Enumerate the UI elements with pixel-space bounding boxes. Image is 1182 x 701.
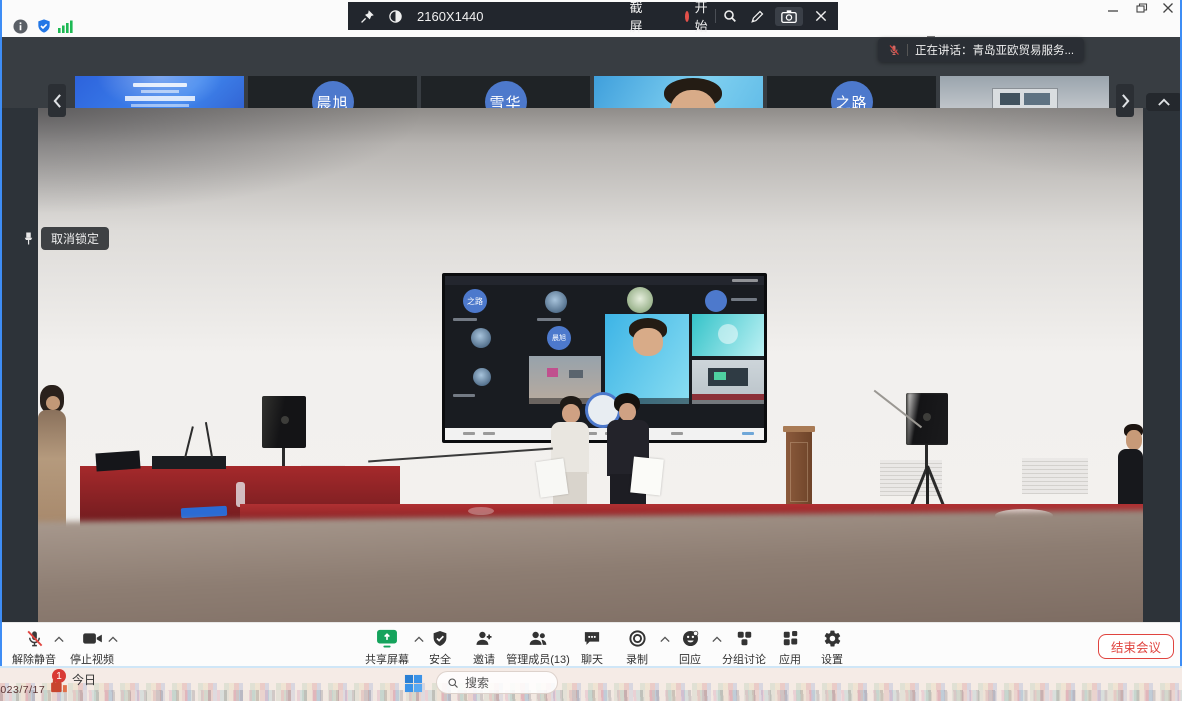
annotation-toolbar: 2160X1440 截屏 开始 <box>348 2 838 30</box>
screen-avatar: 晨旭 <box>547 326 571 350</box>
screen-avatar: 之路 <box>463 289 487 313</box>
stage-led-screen: 之路 晨旭 <box>442 273 767 443</box>
certificate-paper <box>630 457 664 496</box>
window-border <box>0 666 1182 668</box>
taskbar-search[interactable]: 搜索 <box>436 671 558 694</box>
meeting-window: 56:31(60分钟) 演讲者视图 2160X1440 截屏 开始 <box>0 0 1182 701</box>
record-button[interactable]: 录制 <box>614 628 660 667</box>
info-icon[interactable] <box>13 19 28 34</box>
speaking-banner: 正在讲话：青岛亚欧贸易服务... <box>878 38 1084 62</box>
filmstrip-prev-button[interactable] <box>48 84 66 117</box>
mic-muted-icon <box>25 628 44 649</box>
unpin-control[interactable]: 取消锁定 <box>22 227 109 250</box>
invite-button[interactable]: 邀请 <box>464 628 504 667</box>
search-placeholder: 搜索 <box>465 674 489 691</box>
speaking-text: 正在讲话：青岛亚欧贸易服务... <box>915 42 1074 58</box>
signal-bars-icon[interactable] <box>58 20 73 33</box>
mic-options-chevron[interactable] <box>54 636 64 643</box>
screen-video-tile <box>692 360 764 404</box>
stage-video: 之路 晨旭 <box>38 108 1143 622</box>
end-meeting-button[interactable]: 结束会议 <box>1098 634 1174 659</box>
close-window-button[interactable] <box>1162 3 1174 13</box>
magnifier-icon[interactable] <box>722 8 738 24</box>
stop-video-button[interactable]: 停止视频 <box>66 628 118 667</box>
contrast-icon[interactable] <box>388 9 403 24</box>
share-screen-icon <box>376 628 398 649</box>
share-screen-button[interactable]: 共享屏幕 <box>360 628 414 667</box>
unmute-button[interactable]: 解除静音 <box>10 628 58 667</box>
window-border <box>0 0 2 667</box>
people-icon <box>527 628 549 649</box>
apps-grid-icon <box>781 628 800 649</box>
camera-icon <box>82 628 103 649</box>
taskbar: 1 今日 2023/7/17 搜索 <box>0 668 1182 701</box>
main-video-area: 之路 晨旭 <box>0 108 1182 622</box>
screenshot-label[interactable]: 截屏 <box>630 0 643 35</box>
shield-check-icon[interactable] <box>36 18 52 34</box>
glitch-noise <box>0 690 1182 701</box>
capture-resolution: 2160X1440 <box>417 9 484 24</box>
weather-title: 今日 <box>72 671 96 688</box>
divider <box>907 44 908 56</box>
screen-video-tile <box>605 314 689 404</box>
gear-icon <box>823 628 842 649</box>
start-label[interactable]: 开始 <box>695 0 708 35</box>
camera-icon[interactable] <box>775 7 803 26</box>
pin-icon[interactable] <box>360 9 375 24</box>
smiley-icon <box>681 628 700 649</box>
start-button[interactable] <box>404 674 423 693</box>
mic-muted-icon <box>888 44 900 56</box>
search-icon <box>447 677 459 689</box>
minimize-button[interactable] <box>1107 3 1119 13</box>
chat-button[interactable]: 聊天 <box>572 628 612 667</box>
manage-members-button[interactable]: 管理成员(13) <box>504 628 572 667</box>
security-button[interactable]: 安全 <box>420 628 460 667</box>
unpin-label: 取消锁定 <box>41 227 109 250</box>
person-add-icon <box>474 628 494 649</box>
collapse-filmstrip-button[interactable] <box>1146 93 1182 111</box>
breakout-rooms-button[interactable]: 分组讨论 <box>718 628 770 667</box>
restore-button[interactable] <box>1136 3 1148 13</box>
settings-button[interactable]: 设置 <box>812 628 852 667</box>
windows-logo-icon <box>404 674 423 693</box>
filmstrip-next-button[interactable] <box>1116 84 1134 117</box>
shield-icon <box>431 628 449 649</box>
reactions-button[interactable]: 回应 <box>668 628 712 667</box>
wall-vent <box>1022 458 1088 494</box>
record-dot-icon <box>685 11 689 22</box>
pin-icon <box>22 231 35 246</box>
screen-video-tile <box>692 314 764 356</box>
weather-icon <box>50 679 68 693</box>
video-options-chevron[interactable] <box>108 636 118 643</box>
mic-boom <box>368 448 553 463</box>
foreground-table <box>38 510 1143 622</box>
pen-icon[interactable] <box>750 9 765 24</box>
chat-icon <box>582 628 602 649</box>
apps-button[interactable]: 应用 <box>772 628 808 667</box>
breakout-icon <box>735 628 754 649</box>
meeting-toolbar: 解除静音 停止视频 共享屏幕 安全 邀请 管理成员(13) 聊天 <box>0 622 1182 668</box>
certificate-paper <box>536 458 569 498</box>
record-icon <box>628 628 647 649</box>
taskbar-date: 2023/7/17 <box>0 684 45 696</box>
close-icon[interactable] <box>814 9 828 23</box>
